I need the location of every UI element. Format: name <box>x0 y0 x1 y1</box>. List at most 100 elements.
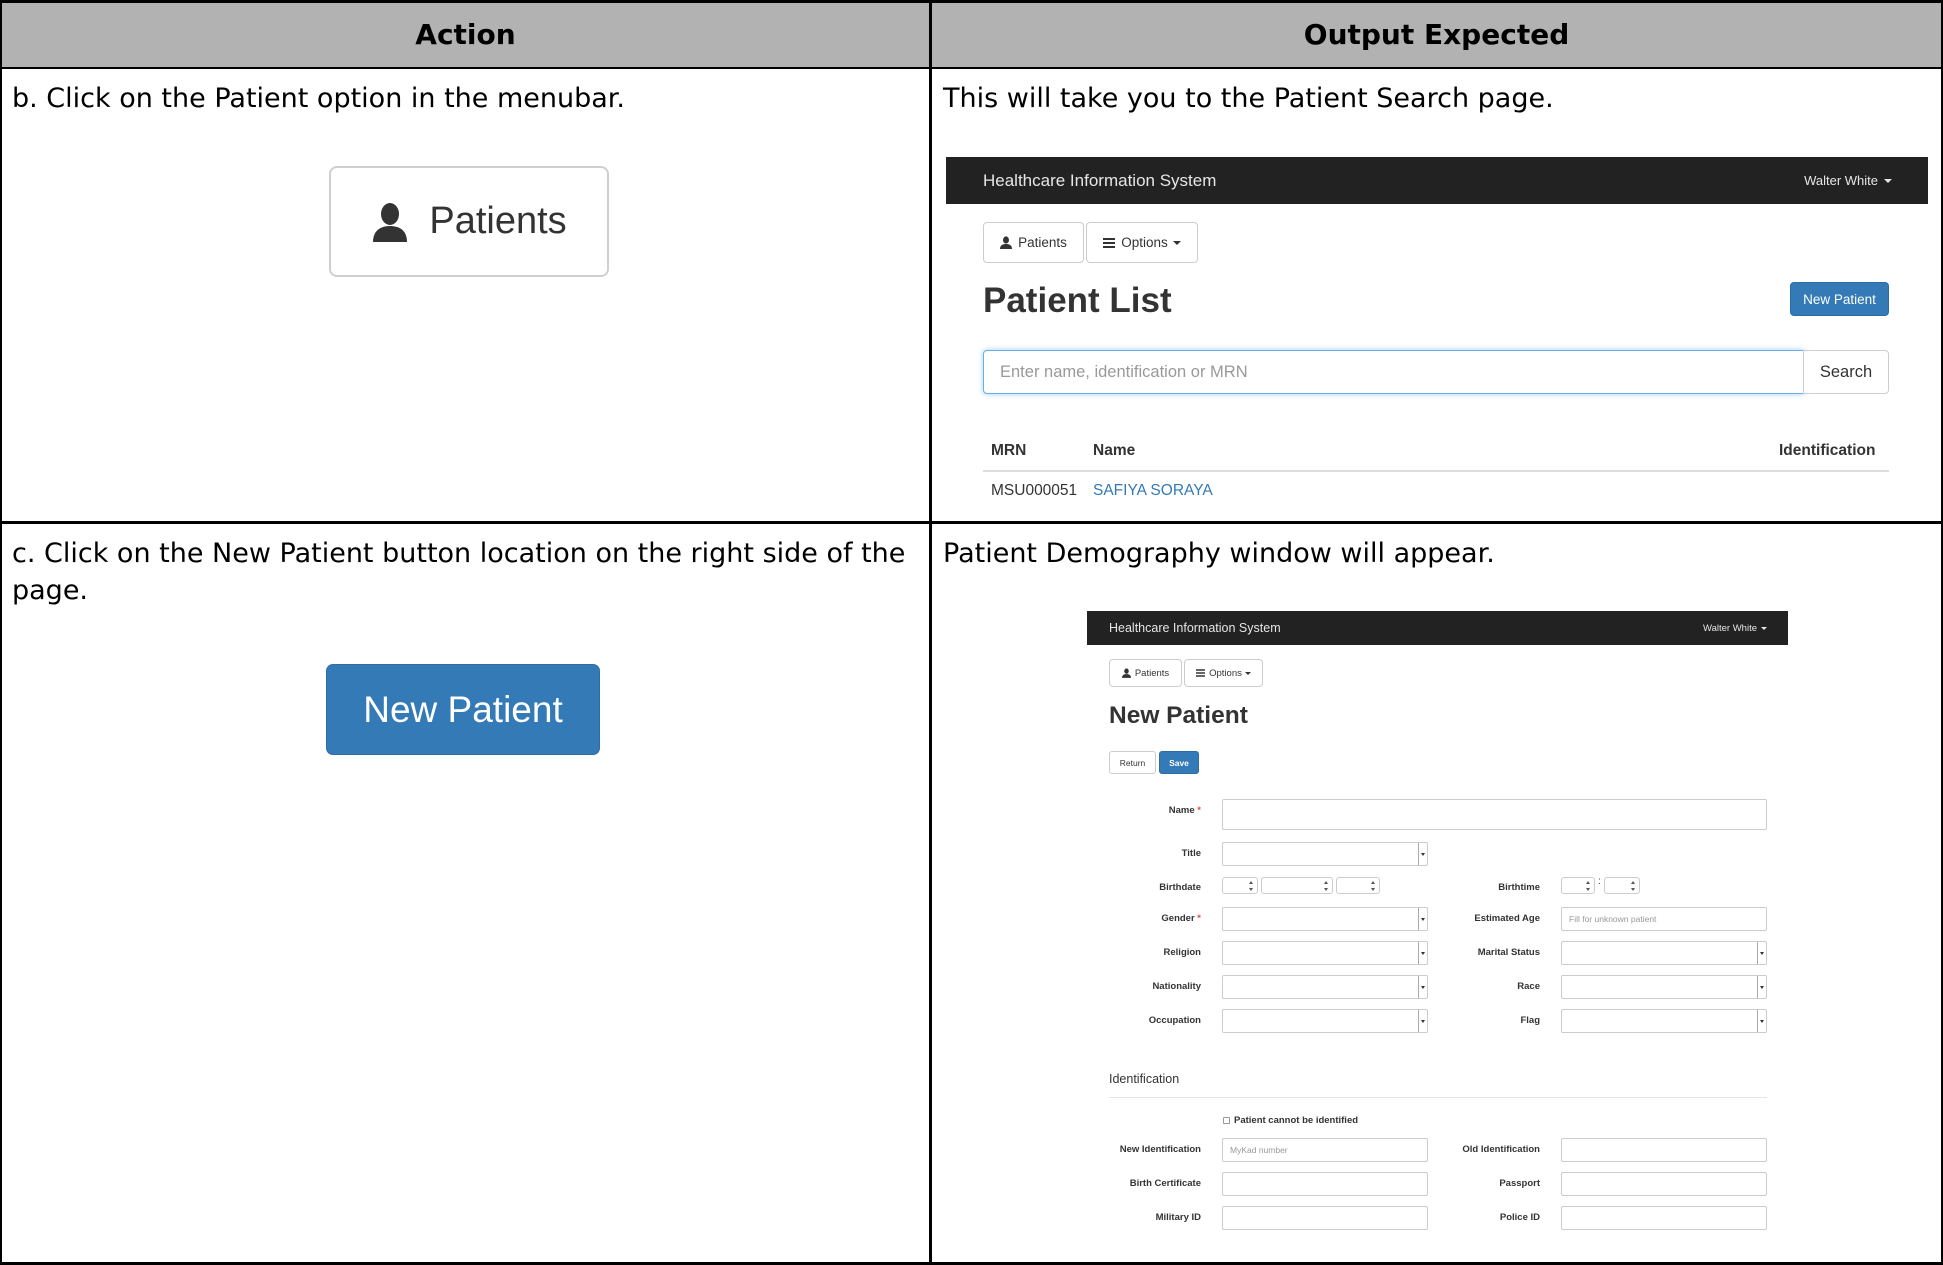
menu-patients-label: Patients <box>1018 235 1067 250</box>
gender-select[interactable] <box>1222 907 1428 931</box>
menu-patients-button[interactable]: Patients <box>1109 659 1182 687</box>
title-select[interactable] <box>1222 842 1428 866</box>
column-header-name[interactable]: Name <box>1093 442 1135 460</box>
navbar: Healthcare Information System Walter Whi… <box>946 157 1928 204</box>
person-icon <box>371 202 409 242</box>
flag-label: Flag <box>1520 1015 1540 1026</box>
birthdate-day-select[interactable] <box>1222 877 1258 894</box>
spinner-icon <box>1586 880 1591 891</box>
save-button[interactable]: Save <box>1159 751 1199 774</box>
patients-button-closeup[interactable]: Patients <box>329 166 609 277</box>
menu-icon <box>1103 237 1116 248</box>
app-title[interactable]: Healthcare Information System <box>983 171 1216 191</box>
military-id-label: Military ID <box>1155 1212 1201 1223</box>
new-patient-label: New Patient <box>363 688 563 730</box>
menu-options-button[interactable]: Options <box>1086 222 1198 263</box>
passport-input[interactable] <box>1561 1172 1767 1196</box>
column-header-mrn[interactable]: MRN <box>991 442 1026 460</box>
title-label: Title <box>1181 848 1201 859</box>
section-divider <box>1109 1097 1767 1098</box>
religion-select[interactable] <box>1222 941 1428 965</box>
page-title: Patient List <box>983 281 1172 320</box>
menu-icon <box>1196 669 1206 677</box>
user-name: Walter White <box>1804 173 1878 188</box>
occupation-label: Occupation <box>1148 1015 1201 1026</box>
name-field[interactable] <box>1222 799 1767 830</box>
app-title[interactable]: Healthcare Information System <box>1109 621 1281 635</box>
table-border-left <box>0 0 2 1265</box>
user-menu[interactable]: Walter White <box>1804 173 1892 188</box>
column-header-identification[interactable]: Identification <box>1779 442 1875 460</box>
chevron-down-icon <box>1418 843 1427 865</box>
chevron-down-icon <box>1172 240 1181 245</box>
new-identification-placeholder: MyKad number <box>1230 1145 1288 1155</box>
return-button[interactable]: Return <box>1109 751 1156 774</box>
birthtime-separator: : <box>1598 876 1601 887</box>
estimated-age-label: Estimated Age <box>1474 913 1540 924</box>
religion-label: Religion <box>1163 947 1201 958</box>
police-id-label: Police ID <box>1499 1212 1540 1223</box>
new-patient-button-closeup[interactable]: New Patient <box>326 664 600 755</box>
nationality-label: Nationality <box>1152 981 1201 992</box>
header-output-expected: Output Expected <box>932 2 1941 67</box>
gender-label: Gender * <box>1161 913 1201 924</box>
estimated-age-placeholder: Fill for unknown patient <box>1569 914 1657 924</box>
police-id-input[interactable] <box>1561 1206 1767 1230</box>
menu-patients-label: Patients <box>1134 667 1170 679</box>
chevron-down-icon <box>1418 908 1427 930</box>
race-select[interactable] <box>1561 975 1767 999</box>
spinner-icon <box>1631 880 1636 891</box>
marital-status-select[interactable] <box>1561 941 1767 965</box>
search-input[interactable]: Enter name, identification or MRN <box>983 350 1804 394</box>
old-identification-label: Old Identification <box>1462 1144 1540 1155</box>
chevron-down-icon <box>1418 942 1427 964</box>
row-mrn: MSU000051 <box>991 482 1078 499</box>
occupation-select[interactable] <box>1222 1009 1428 1033</box>
marital-status-label: Marital Status <box>1477 947 1540 958</box>
name-label: Name * <box>1168 805 1201 816</box>
chevron-down-icon <box>1757 1010 1766 1032</box>
chevron-down-icon <box>1757 976 1766 998</box>
row-name-link[interactable]: SAFIYA SORAYA <box>1093 482 1213 500</box>
chevron-down-icon <box>1884 178 1892 183</box>
birthdate-month-select[interactable] <box>1261 877 1333 894</box>
chevron-down-icon <box>1244 671 1251 675</box>
navbar: Healthcare Information System Walter Whi… <box>1087 611 1788 645</box>
page-title: New Patient <box>1109 702 1248 729</box>
step-b-action: b. Click on the Patient option in the me… <box>12 83 625 114</box>
step-c-action-line2: page. <box>12 575 89 606</box>
old-identification-input[interactable] <box>1561 1138 1767 1162</box>
person-icon <box>1000 236 1013 249</box>
birthdate-year-select[interactable] <box>1336 877 1380 894</box>
cannot-identify-checkbox[interactable] <box>1223 1117 1230 1124</box>
birthtime-hour-select[interactable] <box>1561 877 1595 894</box>
step-b-output: This will take you to the Patient Search… <box>943 83 1554 114</box>
search-placeholder: Enter name, identification or MRN <box>1000 363 1248 381</box>
birthtime-minute-select[interactable] <box>1604 877 1640 894</box>
table-border-middle <box>929 0 932 1265</box>
birthtime-label: Birthtime <box>1498 882 1540 893</box>
cannot-identify-label: Patient cannot be identified <box>1234 1115 1359 1126</box>
flag-select[interactable] <box>1561 1009 1767 1033</box>
spinner-icon <box>1249 880 1254 891</box>
estimated-age-input[interactable]: Fill for unknown patient <box>1561 907 1767 931</box>
table-border-top <box>0 0 1943 3</box>
chevron-down-icon <box>1757 942 1766 964</box>
military-id-input[interactable] <box>1222 1206 1428 1230</box>
new-identification-input[interactable]: MyKad number <box>1222 1138 1428 1162</box>
patients-label: Patients <box>429 200 567 242</box>
step-c-action-line1: c. Click on the New Patient button locat… <box>12 538 906 569</box>
menu-patients-button[interactable]: Patients <box>983 222 1084 263</box>
nationality-select[interactable] <box>1222 975 1428 999</box>
search-button[interactable]: Search <box>1803 350 1889 394</box>
menu-options-button[interactable]: Options <box>1184 659 1263 687</box>
birth-certificate-label: Birth Certificate <box>1129 1178 1201 1189</box>
spinner-icon <box>1371 880 1376 891</box>
new-patient-button[interactable]: New Patient <box>1790 282 1889 316</box>
user-menu[interactable]: Walter White <box>1703 623 1767 634</box>
header-action: Action <box>2 2 929 67</box>
table-header-divider <box>983 470 1889 472</box>
birth-certificate-input[interactable] <box>1222 1172 1428 1196</box>
passport-label: Passport <box>1499 1178 1540 1189</box>
chevron-down-icon <box>1418 1010 1427 1032</box>
